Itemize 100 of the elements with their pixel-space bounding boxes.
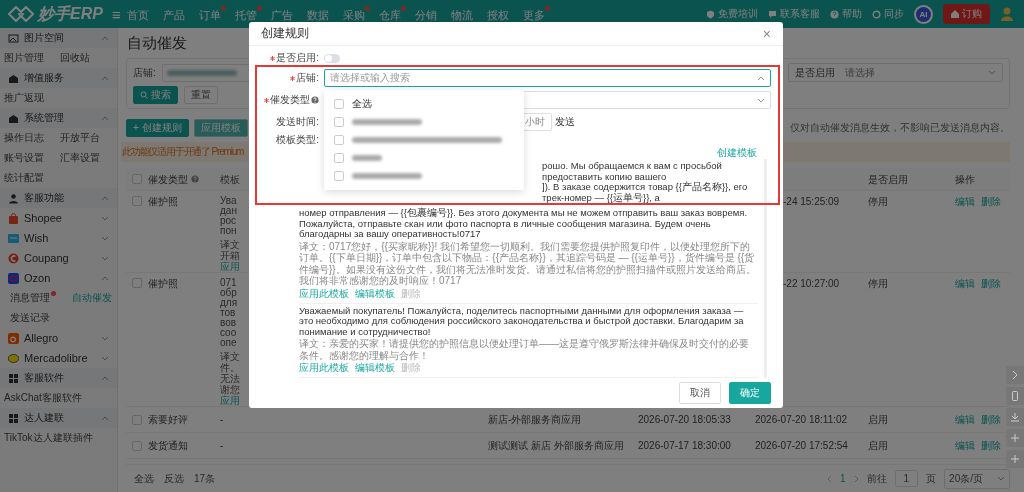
- sidebar-item[interactable]: 回收站: [60, 51, 90, 65]
- nav-item[interactable]: 采购: [342, 5, 370, 23]
- nav-item[interactable]: 数据: [306, 5, 334, 23]
- invert-selection-link[interactable]: 反选: [164, 471, 184, 486]
- option-checkbox[interactable]: [334, 135, 344, 145]
- sidebar-item[interactable]: 自动催发: [72, 291, 112, 305]
- top-link[interactable]: 同步: [872, 7, 904, 21]
- menu-icon[interactable]: ≡: [112, 5, 121, 23]
- action-link[interactable]: 编辑: [955, 196, 975, 207]
- float-tool-button[interactable]: [1006, 387, 1024, 405]
- action-link[interactable]: 删除: [981, 196, 1001, 207]
- float-tool-button[interactable]: [1006, 450, 1024, 468]
- action-link[interactable]: 编辑: [955, 440, 975, 451]
- template-action-link[interactable]: 应用此模板: [299, 287, 349, 300]
- sidebar-group[interactable]: 系统管理: [0, 108, 117, 128]
- chevron-down-icon: [757, 97, 765, 103]
- row-checkbox[interactable]: [132, 440, 142, 451]
- nav-item[interactable]: 托管: [234, 5, 262, 23]
- close-button[interactable]: ×: [762, 25, 771, 42]
- chevron-down-icon: [101, 335, 109, 341]
- nav-item[interactable]: 更多: [522, 5, 550, 23]
- sidebar-item[interactable]: 开放平台: [60, 131, 100, 145]
- float-tool-button[interactable]: [1006, 408, 1024, 426]
- sidebar-item[interactable]: 账号设置: [4, 151, 44, 165]
- search-icon: [140, 91, 148, 99]
- top-link[interactable]: 帮助: [830, 7, 862, 21]
- page-number[interactable]: 1: [839, 473, 846, 484]
- sidebar-item[interactable]: 消息管理: [10, 291, 56, 305]
- sidebar-group[interactable]: 客服软件: [0, 368, 117, 388]
- user-avatar-icon[interactable]: [1000, 6, 1016, 22]
- create-rule-button[interactable]: + 创建规则: [126, 119, 189, 137]
- sidebar-item[interactable]: AskChat客服软件: [4, 391, 82, 405]
- option-checkbox[interactable]: [334, 117, 344, 127]
- float-tool-button[interactable]: [1006, 366, 1024, 384]
- column-header: 催发类型: [148, 173, 188, 185]
- template-action-link[interactable]: 应用此模板: [299, 362, 349, 374]
- sidebar-group[interactable]: 达人建联: [0, 408, 117, 428]
- form-label: 催发类型: [261, 93, 319, 107]
- select-all-link[interactable]: 全选: [134, 471, 154, 486]
- sidebar-item[interactable]: 发送记录: [10, 311, 50, 325]
- chevron-right-icon[interactable]: [853, 474, 859, 483]
- row-checkbox[interactable]: [132, 278, 142, 288]
- template-action-link[interactable]: 删除: [401, 287, 421, 300]
- table-cell: 测试测试 新店 外部服务商应用: [488, 440, 624, 451]
- sidebar-item[interactable]: 汇率设置: [60, 151, 100, 165]
- action-link[interactable]: 删除: [981, 440, 1001, 451]
- chevron-left-icon[interactable]: [826, 474, 832, 483]
- enabled-filter-select[interactable]: 是否启用 请选择: [788, 63, 1003, 82]
- sidebar-group[interactable]: 客服功能: [0, 188, 117, 208]
- nav-item[interactable]: 订单: [198, 5, 226, 23]
- table-cell: 索要好评: [148, 414, 188, 425]
- top-link[interactable]: 免费培训: [706, 7, 758, 21]
- nav-item[interactable]: 首页: [126, 5, 154, 23]
- option-checkbox[interactable]: [334, 99, 344, 109]
- sidebar-item[interactable]: TikTok达人建联插件: [4, 431, 93, 445]
- dropdown-option[interactable]: 全选: [324, 95, 524, 113]
- action-link[interactable]: 编辑: [955, 278, 975, 289]
- enable-switch[interactable]: [324, 54, 340, 63]
- sidebar-item[interactable]: 图片管理: [4, 51, 44, 65]
- search-button[interactable]: 搜索: [133, 86, 178, 104]
- confirm-button[interactable]: 确定: [729, 382, 771, 404]
- top-link[interactable]: 联系客服: [768, 7, 820, 21]
- row-checkbox[interactable]: [132, 414, 142, 425]
- create-template-link[interactable]: 创建模板: [717, 147, 757, 159]
- nav-item[interactable]: 物流: [450, 5, 478, 23]
- help-icon: [311, 96, 319, 104]
- action-link[interactable]: 删除: [981, 414, 1001, 425]
- action-link[interactable]: 编辑: [955, 414, 975, 425]
- action-link[interactable]: 删除: [981, 278, 1001, 289]
- sidebar-group[interactable]: 增值服务: [0, 68, 117, 88]
- template-text: соо: [220, 328, 237, 338]
- option-checkbox[interactable]: [334, 153, 344, 163]
- order-button[interactable]: 订购: [943, 4, 990, 24]
- nav-item[interactable]: 分销: [414, 5, 442, 23]
- translation-text: 无法: [220, 373, 240, 384]
- sidebar-item[interactable]: 统计配置: [4, 171, 44, 185]
- template-link[interactable]: 应用: [220, 261, 240, 272]
- sidebar-item[interactable]: 推广返现: [4, 91, 44, 105]
- row-checkbox[interactable]: [132, 196, 142, 206]
- page-input[interactable]: 1: [894, 470, 919, 487]
- template-action-link[interactable]: 编辑模板: [355, 287, 395, 300]
- nav-item[interactable]: 授权: [486, 5, 514, 23]
- nav-item[interactable]: 仓库: [378, 5, 406, 23]
- sidebar-group[interactable]: 图片空间: [0, 28, 117, 48]
- reset-button[interactable]: 重置: [184, 86, 218, 104]
- select-all-checkbox[interactable]: [132, 174, 142, 184]
- ai-avatar[interactable]: AI: [914, 4, 933, 24]
- store-select[interactable]: 请选择或输入搜索: [324, 69, 771, 87]
- template-link[interactable]: 应用: [220, 395, 240, 406]
- nav-item[interactable]: 产品: [162, 5, 190, 23]
- option-checkbox[interactable]: [334, 171, 344, 181]
- translation-text: 谢您: [220, 384, 240, 395]
- nav-item[interactable]: 广告: [270, 5, 298, 23]
- template-action-link[interactable]: 编辑模板: [355, 362, 395, 374]
- translation-text: 开箱: [220, 250, 240, 261]
- sidebar-item[interactable]: 操作日志: [4, 131, 44, 145]
- float-tool-button[interactable]: [1006, 429, 1024, 447]
- template-action-link[interactable]: 删除: [401, 362, 421, 374]
- cancel-button[interactable]: 取消: [679, 382, 721, 404]
- page-size-select[interactable]: 20条/页: [944, 468, 1010, 489]
